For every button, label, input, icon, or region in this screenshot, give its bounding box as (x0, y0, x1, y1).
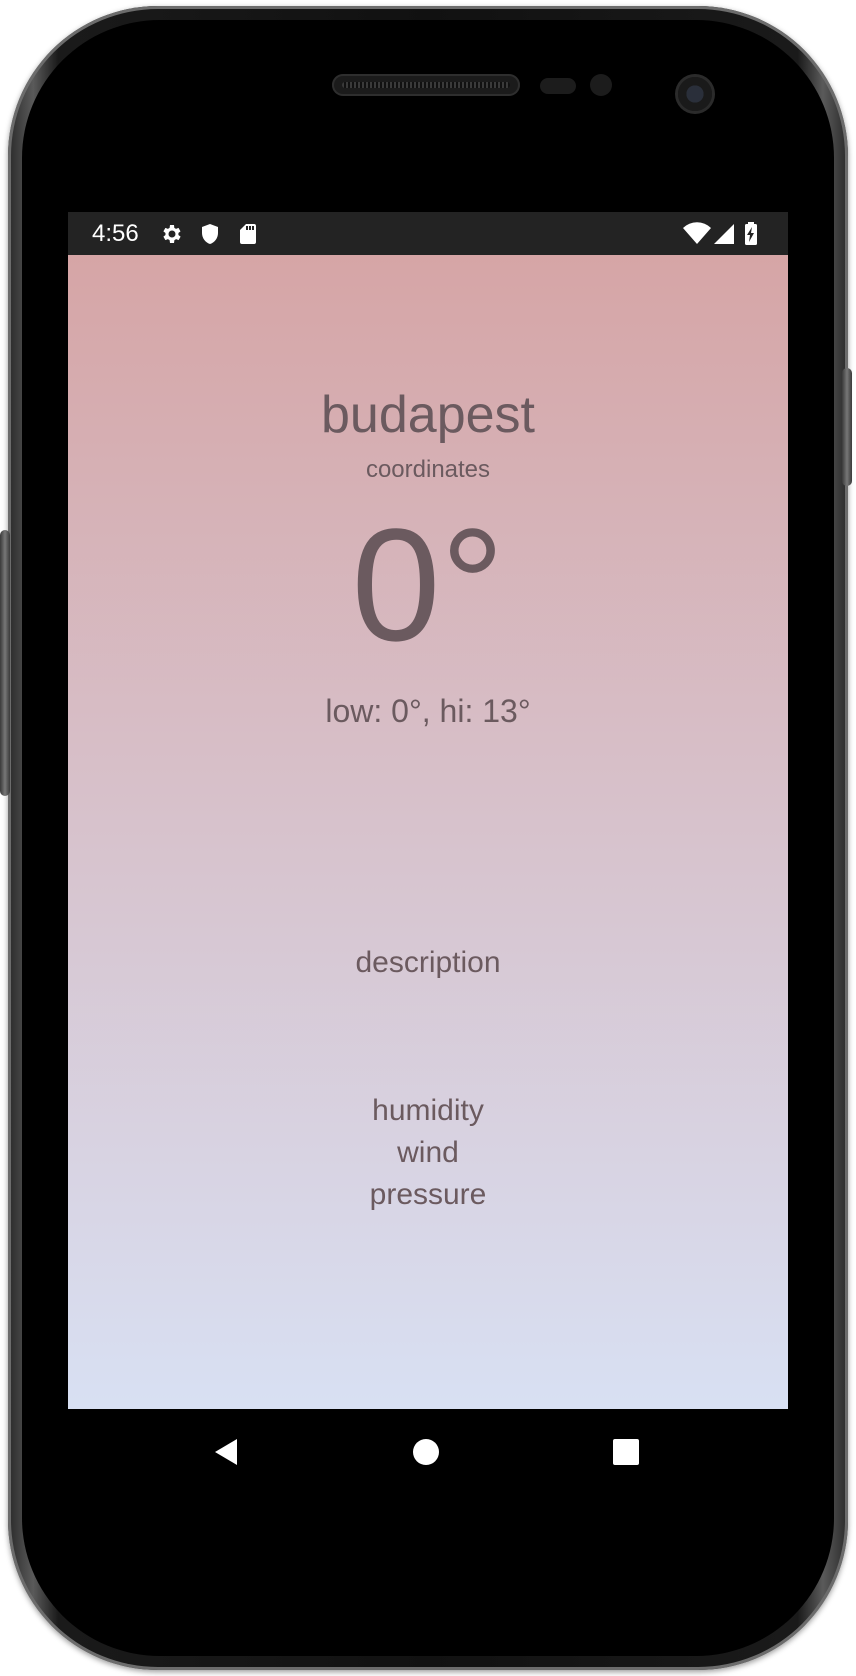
front-camera (675, 74, 715, 114)
wind-label: wind (397, 1136, 459, 1169)
wifi-icon (683, 222, 711, 244)
settings-icon (163, 225, 181, 243)
weather-screen: budapest coordinates 0° low: 0°, hi: 13°… (68, 255, 788, 1409)
weather-stats: humidity wind pressure (68, 1090, 788, 1216)
low-high-temperature: low: 0°, hi: 13° (325, 693, 531, 729)
light-sensor (590, 74, 612, 96)
sd-card-icon (240, 224, 256, 244)
weather-description: description (355, 946, 501, 979)
shield-icon (202, 224, 218, 244)
earpiece-speaker (332, 74, 520, 96)
volume-button[interactable] (0, 530, 10, 796)
recents-icon[interactable] (609, 1435, 643, 1469)
navigation-bar (68, 1409, 788, 1494)
cell-signal-icon (714, 224, 734, 244)
status-bar: 4:56 (68, 212, 788, 255)
coordinates-label: coordinates (365, 456, 491, 483)
home-icon[interactable] (409, 1435, 443, 1469)
battery-charging-icon (745, 222, 757, 245)
power-button[interactable] (842, 368, 852, 486)
proximity-sensor (540, 78, 576, 94)
current-temperature: 0° (351, 495, 505, 674)
screen: 4:56 budapest coordinates 0° low: 0°, hi… (68, 212, 788, 1494)
status-time: 4:56 (92, 220, 139, 247)
city-name: budapest (321, 386, 535, 444)
pressure-label: pressure (369, 1178, 487, 1211)
back-icon[interactable] (209, 1435, 243, 1469)
humidity-label: humidity (372, 1094, 484, 1127)
